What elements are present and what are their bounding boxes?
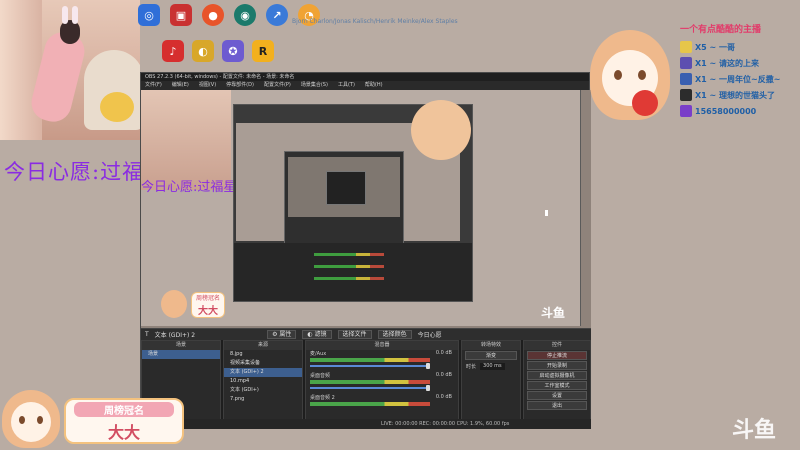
user-avatar: [680, 41, 692, 53]
volume-knob[interactable]: [426, 363, 430, 369]
mixer-panel: 混音器 麦/Aux 0.0 dB 桌面音频 0.0 dB 桌面音频 2 0.0 …: [305, 340, 459, 421]
menu-edit[interactable]: 编辑(E): [172, 81, 189, 90]
preview-wish-text: 今日心愿:过福星: [141, 180, 237, 195]
streamer-head: [60, 6, 80, 44]
preview-canvas: 今日心愿:过福星 周榜冠名 大大 斗鱼: [141, 90, 581, 326]
source-item[interactable]: 文本 (GDI+): [224, 386, 302, 395]
volume-slider[interactable]: [310, 365, 430, 367]
studio-mode-button[interactable]: 工作室模式: [527, 381, 587, 390]
credits-text: Bjorn Charlon/Jonas Kalisch/Henrik Meink…: [292, 18, 458, 25]
nested-docks: [234, 243, 472, 301]
rockstar-icon[interactable]: R: [252, 40, 274, 62]
obs-preview[interactable]: 今日心愿:过福星 周榜冠名 大大 斗鱼: [141, 90, 591, 328]
filters-button[interactable]: ◐ 滤镜: [302, 330, 332, 339]
current-source-name: 文本 (GDI+) 2: [154, 332, 196, 339]
desktop-icons-row2: ♪ ◐ ✪ R: [162, 40, 274, 62]
controls-panel: 控件 停止推流 开始录制 启动虚拟摄像机 工作室模式 设置 退出: [523, 340, 591, 421]
obs-menu: 文件(F) 编辑(E) 视图(V) 停靠部件(D) 配置文件(P) 场景集合(S…: [141, 81, 589, 90]
select-file-button[interactable]: 选择文件: [337, 330, 372, 339]
preview-mascot: [411, 100, 471, 160]
user-avatar: [680, 73, 692, 85]
crown-label: 周榜冠名: [74, 402, 174, 417]
crown-card: 周榜冠名 大大: [64, 398, 184, 444]
obs-docks: 场景 场景 来源 8.jpg 视频采集设备 文本 (GDI+) 2 10.mp4…: [141, 340, 591, 421]
preview-watermark: 斗鱼: [541, 306, 566, 320]
transitions-title: 转场特效: [462, 341, 520, 350]
menu-help[interactable]: 帮助(H): [365, 81, 383, 90]
douyu-watermark: 斗鱼: [732, 418, 777, 443]
menu-view[interactable]: 视图(V): [199, 81, 216, 90]
transition-select[interactable]: 渐变: [465, 351, 517, 360]
netease-music-icon[interactable]: ♪: [162, 40, 184, 62]
scene-item[interactable]: 场景: [142, 350, 220, 359]
user-avatar: [680, 89, 692, 101]
mascot-right: [590, 30, 670, 130]
exit-button[interactable]: 退出: [527, 401, 587, 410]
menu-tools[interactable]: 工具(T): [338, 81, 355, 90]
source-item[interactable]: 10.mp4: [224, 377, 302, 386]
duration-field[interactable]: 300 ms: [480, 363, 505, 370]
preview-webcam: [141, 90, 231, 190]
user-avatar: [680, 105, 692, 117]
transitions-panel: 转场特效 渐变 时长 300 ms: [461, 340, 521, 421]
obs-window: OBS 27.2.3 (64-bit, windows) - 配置文件: 未命名…: [140, 72, 591, 429]
obs-title: OBS 27.2.3 (64-bit, windows) - 配置文件: 未命名…: [141, 73, 589, 81]
app5-icon[interactable]: ↗: [266, 4, 288, 26]
virtual-camera-button[interactable]: 启动虚拟摄像机: [527, 371, 587, 380]
source-item[interactable]: 7.png: [224, 395, 302, 404]
properties-button[interactable]: ⚙ 属性: [267, 330, 297, 339]
source-item[interactable]: 8.jpg: [224, 350, 302, 359]
cushion: [100, 92, 134, 122]
app3-icon[interactable]: ●: [202, 4, 224, 26]
sources-panel: 来源 8.jpg 视频采集设备 文本 (GDI+) 2 10.mp4 文本 (G…: [223, 340, 303, 421]
volume-slider[interactable]: [310, 387, 430, 389]
crown-name: 大大: [107, 423, 140, 442]
mouse-cursor-icon: [545, 210, 548, 216]
preview-crown-card: 周榜冠名 大大: [161, 290, 251, 320]
app8-icon[interactable]: ◐: [192, 40, 214, 62]
rank-item: X5 ~ 一哥: [680, 40, 790, 54]
nested-obs-3: [326, 171, 366, 205]
app1-icon[interactable]: ◎: [138, 4, 160, 26]
settings-button[interactable]: 设置: [527, 391, 587, 400]
curtain: [0, 0, 42, 140]
menu-docks[interactable]: 停靠部件(D): [226, 81, 254, 90]
user-avatar: [680, 57, 692, 69]
source-toolbar: T 文本 (GDI+) 2 ⚙ 属性 ◐ 滤镜 选择文件 选择颜色 今日心愿: [141, 328, 591, 340]
rank-item: X1 ~ 一周年位~反撒~: [680, 72, 790, 86]
mixer-channel: 麦/Aux 0.0 dB: [306, 350, 458, 372]
duration-label: 时长: [466, 364, 477, 370]
nested-screen-2: [288, 157, 400, 217]
mascot-left: [2, 390, 60, 450]
rank-item: X1 ~ 请这的上来: [680, 56, 790, 70]
nested-obs-2: [284, 151, 404, 247]
source-item[interactable]: 视频采集设备: [224, 359, 302, 368]
select-color-button[interactable]: 选择颜色: [377, 330, 412, 339]
webcam-feed: [0, 0, 140, 140]
text-value[interactable]: 今日心愿: [418, 330, 442, 339]
source-item[interactable]: 文本 (GDI+) 2: [224, 368, 302, 377]
obs-statusbar: LIVE: 00:00:00 REC: 00:00:00 CPU: 1.9%, …: [141, 419, 591, 429]
controls-title: 控件: [524, 341, 590, 350]
menu-file[interactable]: 文件(F): [145, 81, 162, 90]
app2-icon[interactable]: ▣: [170, 4, 192, 26]
rank-item: X1 ~ 理想的世猫头了: [680, 88, 790, 102]
mixer-channel: 桌面音频 0.0 dB: [306, 372, 458, 394]
apple-icon: [632, 90, 658, 116]
app9-icon[interactable]: ✪: [222, 40, 244, 62]
stop-streaming-button[interactable]: 停止推流: [527, 351, 587, 360]
menu-profile[interactable]: 配置文件(P): [264, 81, 291, 90]
mixer-title: 混音器: [306, 341, 458, 350]
start-recording-button[interactable]: 开始录制: [527, 361, 587, 370]
rank-item: 15658000000: [680, 104, 790, 118]
mixer-channel: 桌面音频 2 0.0 dB: [306, 394, 458, 416]
menu-scene-collection[interactable]: 场景集合(S): [301, 81, 328, 90]
text-source-icon: T: [145, 331, 149, 338]
volume-knob[interactable]: [426, 385, 430, 391]
scenes-title: 场景: [142, 341, 220, 350]
app4-icon[interactable]: ◉: [234, 4, 256, 26]
rank-title: 一个有点酷酷的主播: [680, 25, 762, 35]
sources-title: 来源: [224, 341, 302, 350]
